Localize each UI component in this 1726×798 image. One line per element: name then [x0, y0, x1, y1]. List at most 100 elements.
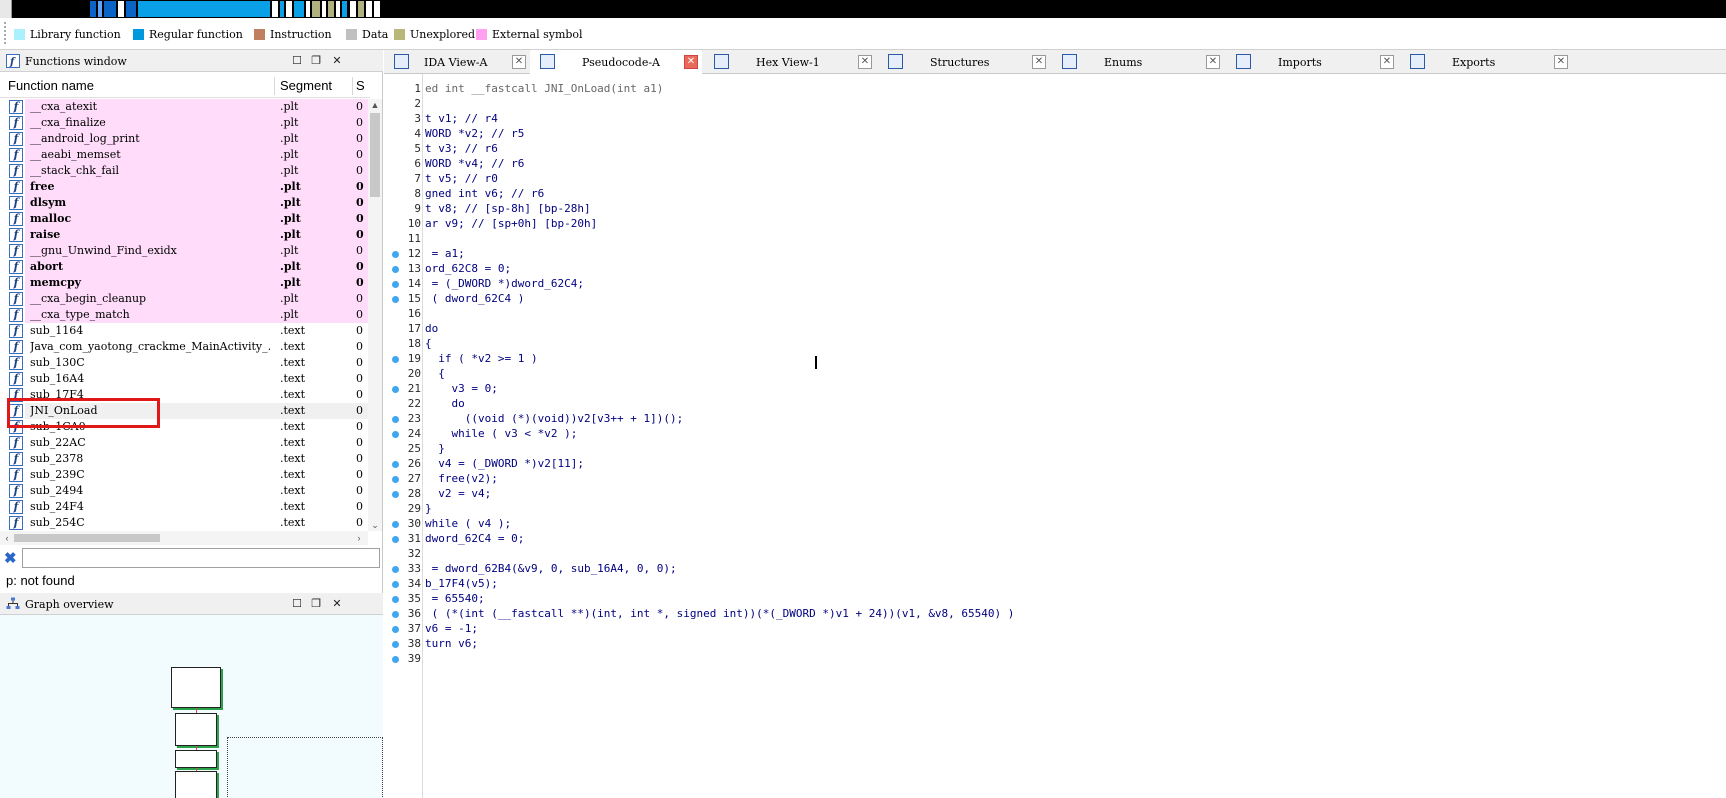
- column-header-segment[interactable]: Segment: [280, 78, 332, 93]
- code-line[interactable]: WORD *v4; // r6: [425, 157, 524, 170]
- maximize-icon[interactable]: ☐: [290, 597, 304, 611]
- tab-ida-view-a[interactable]: IDA View-A ✕: [384, 50, 530, 74]
- code-line[interactable]: }: [425, 502, 432, 515]
- close-tab-icon[interactable]: ✕: [1380, 55, 1394, 69]
- function-row[interactable]: f sub_22AC .text 0: [0, 435, 368, 451]
- code-line[interactable]: = (_DWORD *)dword_62C4;: [425, 277, 584, 290]
- breakpoint-dot-icon[interactable]: [392, 266, 399, 273]
- scroll-left-icon[interactable]: ‹: [0, 531, 14, 545]
- code-line[interactable]: t v3; // r6: [425, 142, 498, 155]
- breakpoint-dot-icon[interactable]: [392, 476, 399, 483]
- function-row[interactable]: f __cxa_type_match .plt 0: [0, 307, 368, 323]
- close-tab-icon[interactable]: ✕: [858, 55, 872, 69]
- navigation-band[interactable]: [0, 0, 1726, 18]
- function-row[interactable]: f __gnu_Unwind_Find_exidx .plt 0: [0, 243, 368, 259]
- code-line[interactable]: {: [425, 367, 445, 380]
- function-row[interactable]: f Java_com_yaotong_crackme_MainActivity_……: [0, 339, 368, 355]
- code-line[interactable]: b_17F4(v5);: [425, 577, 498, 590]
- code-line[interactable]: v2 = v4;: [425, 487, 491, 500]
- code-line[interactable]: dword_62C4 = 0;: [425, 532, 524, 545]
- code-line[interactable]: {: [425, 337, 432, 350]
- function-row[interactable]: f free .plt 0: [0, 179, 368, 195]
- code-line[interactable]: while ( v3 < *v2 );: [425, 427, 577, 440]
- function-row[interactable]: f raise .plt 0: [0, 227, 368, 243]
- function-row[interactable]: f __aeabi_memset .plt 0: [0, 147, 368, 163]
- code-line[interactable]: ((void (*)(void))v2[v3++ + 1])();: [425, 412, 684, 425]
- close-tab-icon[interactable]: ✕: [512, 55, 526, 69]
- pseudocode-editor[interactable]: 1 2 3 4 5 6 7 8 9 10 11 12 13 14 15 16 17 18 19 20 21 22 23 24 2…: [384, 74, 1726, 798]
- code-line[interactable]: }: [425, 442, 445, 455]
- scrollbar-thumb[interactable]: [14, 534, 160, 542]
- breakpoint-dot-icon[interactable]: [392, 281, 399, 288]
- code-line[interactable]: = a1;: [425, 247, 465, 260]
- function-row[interactable]: f sub_16A4 .text 0: [0, 371, 368, 387]
- function-row[interactable]: f memcpy .plt 0: [0, 275, 368, 291]
- close-tab-icon[interactable]: ✕: [684, 55, 698, 69]
- column-divider[interactable]: [274, 77, 275, 95]
- function-row[interactable]: f sub_130C .text 0: [0, 355, 368, 371]
- breakpoint-dot-icon[interactable]: [392, 611, 399, 618]
- toolbar-grip[interactable]: [4, 22, 8, 44]
- code-line[interactable]: = 65540;: [425, 592, 485, 605]
- breakpoint-dot-icon[interactable]: [392, 416, 399, 423]
- function-row[interactable]: f sub_24F4 .text 0: [0, 499, 368, 515]
- breakpoint-dot-icon[interactable]: [392, 386, 399, 393]
- code-line[interactable]: ar v9; // [sp+0h] [bp-20h]: [425, 217, 597, 230]
- function-row[interactable]: f dlsym .plt 0: [0, 195, 368, 211]
- close-icon[interactable]: ✕: [330, 54, 344, 68]
- breakpoint-dot-icon[interactable]: [392, 431, 399, 438]
- breakpoint-dot-icon[interactable]: [392, 566, 399, 573]
- scroll-down-icon[interactable]: ⌄: [368, 519, 382, 531]
- horizontal-scrollbar[interactable]: ‹ ›: [0, 531, 368, 545]
- code-line[interactable]: free(v2);: [425, 472, 498, 485]
- code-line[interactable]: turn v6;: [425, 637, 478, 650]
- scroll-right-icon[interactable]: ›: [352, 531, 366, 545]
- close-tab-icon[interactable]: ✕: [1554, 55, 1568, 69]
- code-line[interactable]: t v8; // [sp-8h] [bp-28h]: [425, 202, 591, 215]
- tab-hex-view-1[interactable]: Hex View-1 ✕: [704, 50, 876, 74]
- function-row[interactable]: f __stack_chk_fail .plt 0: [0, 163, 368, 179]
- clear-filter-icon[interactable]: ✖: [4, 549, 17, 567]
- tab-exports[interactable]: Exports ✕: [1400, 50, 1572, 74]
- breakpoint-dot-icon[interactable]: [392, 356, 399, 363]
- function-row[interactable]: f __cxa_begin_cleanup .plt 0: [0, 291, 368, 307]
- breakpoint-dot-icon[interactable]: [392, 461, 399, 468]
- restore-icon[interactable]: ❐: [309, 54, 323, 68]
- column-header-function-name[interactable]: Function name: [8, 78, 94, 93]
- breakpoint-dot-icon[interactable]: [392, 536, 399, 543]
- maximize-icon[interactable]: ☐: [290, 54, 304, 68]
- tab-pseudocode-a[interactable]: Pseudocode-A ✕: [530, 50, 702, 74]
- code-line[interactable]: gned int v6; // r6: [425, 187, 544, 200]
- code-line[interactable]: t v5; // r0: [425, 172, 498, 185]
- function-row[interactable]: f __cxa_finalize .plt 0: [0, 115, 368, 131]
- breakpoint-dot-icon[interactable]: [392, 491, 399, 498]
- code-line[interactable]: v3 = 0;: [425, 382, 497, 395]
- code-line[interactable]: ord_62C8 = 0;: [425, 262, 511, 275]
- code-line[interactable]: ( (*(int (__fastcall **)(int, int *, sig…: [425, 607, 1015, 620]
- function-row[interactable]: f sub_239C .text 0: [0, 467, 368, 483]
- breakpoint-dot-icon[interactable]: [392, 641, 399, 648]
- scroll-up-icon[interactable]: ▲: [368, 99, 382, 111]
- tab-imports[interactable]: Imports ✕: [1226, 50, 1398, 74]
- column-divider[interactable]: [352, 77, 353, 95]
- graph-overview-canvas[interactable]: [0, 615, 383, 798]
- tab-structures[interactable]: Structures ✕: [878, 50, 1050, 74]
- code-line[interactable]: t v1; // r4: [425, 112, 498, 125]
- function-row[interactable]: f sub_254C .text 0: [0, 515, 368, 531]
- close-tab-icon[interactable]: ✕: [1206, 55, 1220, 69]
- close-tab-icon[interactable]: ✕: [1032, 55, 1046, 69]
- breakpoint-dot-icon[interactable]: [392, 656, 399, 663]
- breakpoint-dot-icon[interactable]: [392, 596, 399, 603]
- code-line[interactable]: WORD *v2; // r5: [425, 127, 524, 140]
- breakpoint-dot-icon[interactable]: [392, 521, 399, 528]
- breakpoint-dot-icon[interactable]: [392, 251, 399, 258]
- code-line[interactable]: if ( *v2 >= 1 ): [425, 352, 537, 365]
- code-line[interactable]: v6 = -1;: [425, 622, 478, 635]
- function-row[interactable]: f abort .plt 0: [0, 259, 368, 275]
- breakpoint-dot-icon[interactable]: [392, 626, 399, 633]
- code-line[interactable]: while ( v4 );: [425, 517, 511, 530]
- code-line[interactable]: ed int __fastcall JNI_OnLoad(int a1): [425, 82, 663, 95]
- breakpoint-dot-icon[interactable]: [392, 581, 399, 588]
- function-row[interactable]: f sub_2494 .text 0: [0, 483, 368, 499]
- breakpoint-dot-icon[interactable]: [392, 296, 399, 303]
